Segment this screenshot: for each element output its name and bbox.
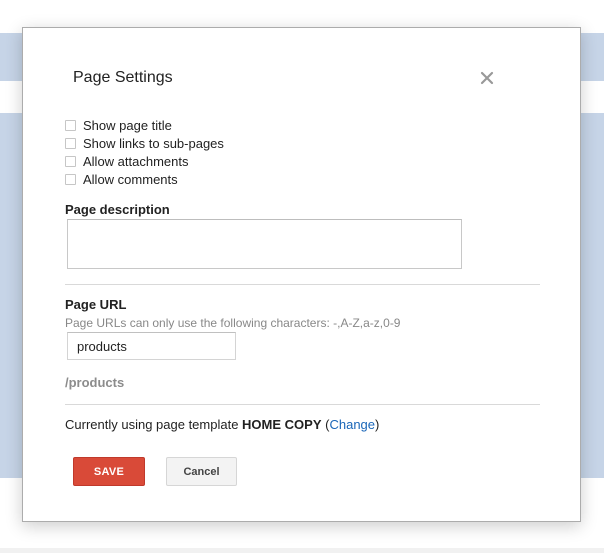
page-description-textarea[interactable]	[67, 219, 462, 269]
close-icon	[480, 71, 494, 85]
option-show-links-to-sub-pages[interactable]: Show links to sub-pages	[65, 134, 224, 152]
option-label: Allow attachments	[83, 153, 189, 169]
page-url-hint: Page URLs can only use the following cha…	[65, 316, 401, 330]
page-url-input[interactable]	[67, 332, 236, 360]
page-options-list: Show page title Show links to sub-pages …	[65, 116, 224, 188]
cancel-button[interactable]: Cancel	[166, 457, 237, 486]
option-label: Allow comments	[83, 171, 178, 187]
section-divider	[65, 284, 540, 285]
show-page-title-checkbox[interactable]	[65, 119, 76, 131]
background-bottom-strip	[0, 548, 604, 553]
template-prefix: Currently using page template	[65, 417, 243, 432]
allow-comments-checkbox[interactable]	[65, 173, 76, 185]
page-url-label: Page URL	[65, 297, 127, 312]
option-label: Show page title	[83, 117, 172, 133]
option-show-page-title[interactable]: Show page title	[65, 116, 224, 134]
template-name: HOME COPY	[242, 417, 322, 432]
page-url-preview: /products	[65, 375, 125, 390]
section-divider	[65, 404, 540, 405]
change-template-link[interactable]: Change	[329, 417, 375, 432]
dialog-title: Page Settings	[73, 69, 173, 86]
template-info: Currently using page template HOME COPY …	[65, 417, 379, 432]
page-description-label: Page description	[65, 202, 170, 217]
option-allow-comments[interactable]: Allow comments	[65, 170, 224, 188]
page-settings-dialog: Page Settings Show page title Show links…	[22, 27, 581, 522]
save-button[interactable]: SAVE	[73, 457, 145, 486]
allow-attachments-checkbox[interactable]	[65, 155, 76, 167]
close-button[interactable]	[479, 70, 495, 86]
option-allow-attachments[interactable]: Allow attachments	[65, 152, 224, 170]
option-label: Show links to sub-pages	[83, 135, 224, 151]
show-links-checkbox[interactable]	[65, 137, 76, 149]
template-close-paren: )	[375, 417, 380, 432]
